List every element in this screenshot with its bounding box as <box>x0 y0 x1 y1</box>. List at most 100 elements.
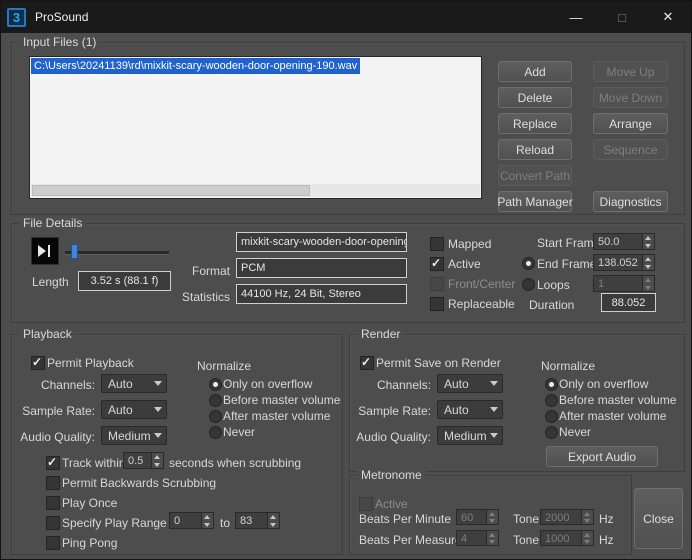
reload-button[interactable]: Reload <box>498 139 572 160</box>
spinner-up-icon[interactable] <box>487 510 498 517</box>
spinner-up-icon[interactable] <box>582 531 593 538</box>
tone-minute-spinner[interactable]: 2000 <box>540 509 594 525</box>
format-field[interactable]: PCM <box>236 258 407 278</box>
spinner-up-icon[interactable] <box>582 510 593 517</box>
add-button[interactable]: Add <box>498 61 572 82</box>
front-center-checkbox[interactable] <box>430 277 444 291</box>
diagnostics-button[interactable]: Diagnostics <box>593 191 668 212</box>
scrollbar-thumb[interactable] <box>32 185 311 196</box>
start-frame-label: Start Frame <box>537 236 601 250</box>
file-list-item-selected[interactable]: C:\Users\20241139\rd\mixkit-scary-wooden… <box>31 58 361 74</box>
spinner-down-icon[interactable] <box>487 538 498 545</box>
tone-measure-spinner[interactable]: 1000 <box>540 530 594 546</box>
arrange-button[interactable]: Arrange <box>593 113 668 134</box>
hz-minute-label: Hz <box>599 512 614 526</box>
file-name-field[interactable]: mixkit-scary-wooden-door-opening <box>236 232 407 252</box>
chevron-down-icon <box>150 375 166 392</box>
metronome-active-checkbox[interactable] <box>359 497 373 511</box>
beats-per-minute-spinner[interactable]: 60 <box>456 509 499 525</box>
replaceable-checkbox[interactable] <box>430 297 444 311</box>
spinner-up-icon[interactable] <box>202 513 213 521</box>
spinner-arrows <box>581 510 593 524</box>
track-within-spinner[interactable]: 0.5 <box>123 452 164 469</box>
mapped-checkbox[interactable] <box>430 237 444 251</box>
spinner-down-icon[interactable] <box>202 520 213 528</box>
titlebar-close-button[interactable]: ✕ <box>645 1 691 33</box>
spinner-up-icon[interactable] <box>152 453 163 461</box>
spinner-down-icon[interactable] <box>643 283 654 291</box>
render-audio-quality-dropdown[interactable]: Medium <box>437 426 503 445</box>
render-normalize-never-radio[interactable] <box>545 426 558 439</box>
delete-button[interactable]: Delete <box>498 87 572 108</box>
active-checkbox[interactable] <box>430 256 444 271</box>
replace-button[interactable]: Replace <box>498 113 572 134</box>
spinner-down-icon[interactable] <box>643 262 654 270</box>
start-frame-spinner[interactable]: 50.0 <box>593 233 655 250</box>
audio-quality-dropdown[interactable]: Medium <box>101 426 167 445</box>
beats-per-measure-spinner[interactable]: 4 <box>456 530 499 546</box>
channels-label: Channels: <box>40 378 95 392</box>
permit-backwards-checkbox[interactable] <box>46 476 60 490</box>
render-sample-rate-dropdown[interactable]: Auto <box>437 400 503 419</box>
range-end-spinner[interactable]: 83 <box>235 512 280 529</box>
minimize-button[interactable]: — <box>553 1 599 33</box>
statistics-field[interactable]: 44100 Hz, 24 Bit, Stereo <box>236 284 407 304</box>
track-within-checkbox[interactable] <box>46 455 60 470</box>
spinner-down-icon[interactable] <box>487 517 498 524</box>
render-normalize-overflow-radio[interactable] <box>545 378 558 391</box>
playback-normalize-never-label: Never <box>223 425 256 439</box>
playback-normalize-before-radio[interactable] <box>209 394 222 407</box>
render-normalize-before-radio[interactable] <box>545 394 558 407</box>
spinner-down-icon[interactable] <box>582 517 593 524</box>
spinner-down-icon[interactable] <box>643 241 654 249</box>
playback-normalize-never-radio[interactable] <box>209 426 222 439</box>
render-normalize-after-radio[interactable] <box>545 410 558 423</box>
render-channels-dropdown[interactable]: Auto <box>437 374 503 393</box>
spinner-up-icon[interactable] <box>487 531 498 538</box>
render-normalize-after-label: After master volume <box>559 409 667 423</box>
length-label: Length <box>32 275 69 289</box>
permit-playback-checkbox[interactable] <box>31 355 45 370</box>
spinner-down-icon[interactable] <box>582 538 593 545</box>
slider-handle[interactable] <box>71 244 78 259</box>
range-start-spinner[interactable]: 0 <box>169 512 214 529</box>
loops-spinner[interactable]: 1 <box>593 275 655 292</box>
horizontal-scrollbar[interactable] <box>31 184 480 197</box>
duration-label: Duration <box>529 298 575 312</box>
spinner-up-icon[interactable] <box>643 255 654 263</box>
playback-normalize-after-radio[interactable] <box>209 410 222 423</box>
loops-radio[interactable] <box>522 278 535 291</box>
spinner-arrows <box>642 234 654 249</box>
file-list[interactable]: C:\Users\20241139\rd\mixkit-scary-wooden… <box>29 56 482 199</box>
replaceable-label: Replaceable <box>448 297 515 311</box>
permit-save-label: Permit Save on Render <box>376 356 501 370</box>
position-slider[interactable] <box>65 251 169 255</box>
spinner-up-icon[interactable] <box>643 276 654 284</box>
sequence-button[interactable]: Sequence <box>593 139 668 160</box>
close-button[interactable]: Close <box>634 488 683 549</box>
channels-dropdown[interactable]: Auto <box>101 374 167 393</box>
permit-save-checkbox[interactable] <box>360 355 374 370</box>
track-within-suffix: seconds when scrubbing <box>169 456 302 470</box>
spinner-arrows <box>486 531 498 545</box>
convert-path-button[interactable]: Convert Path <box>498 165 572 186</box>
spinner-down-icon[interactable] <box>152 460 163 468</box>
end-frame-spinner[interactable]: 138.052 <box>593 254 655 271</box>
spinner-up-icon[interactable] <box>643 234 654 242</box>
spinner-up-icon[interactable] <box>268 513 279 521</box>
sample-rate-dropdown[interactable]: Auto <box>101 400 167 419</box>
spinner-down-icon[interactable] <box>268 520 279 528</box>
end-frame-radio[interactable] <box>522 257 535 270</box>
ping-pong-checkbox[interactable] <box>46 536 60 550</box>
render-normalize-label: Normalize <box>541 359 596 373</box>
play-once-checkbox[interactable] <box>46 496 60 510</box>
duration-field[interactable]: 88.052 <box>601 293 656 312</box>
play-button[interactable] <box>31 237 59 265</box>
move-down-button[interactable]: Move Down <box>593 87 668 108</box>
maximize-button[interactable]: □ <box>599 1 645 33</box>
playback-normalize-overflow-radio[interactable] <box>209 378 222 391</box>
export-audio-button[interactable]: Export Audio <box>546 446 658 467</box>
specify-play-range-checkbox[interactable] <box>46 516 60 530</box>
path-manager-button[interactable]: Path Manager <box>497 191 573 212</box>
move-up-button[interactable]: Move Up <box>593 61 668 82</box>
